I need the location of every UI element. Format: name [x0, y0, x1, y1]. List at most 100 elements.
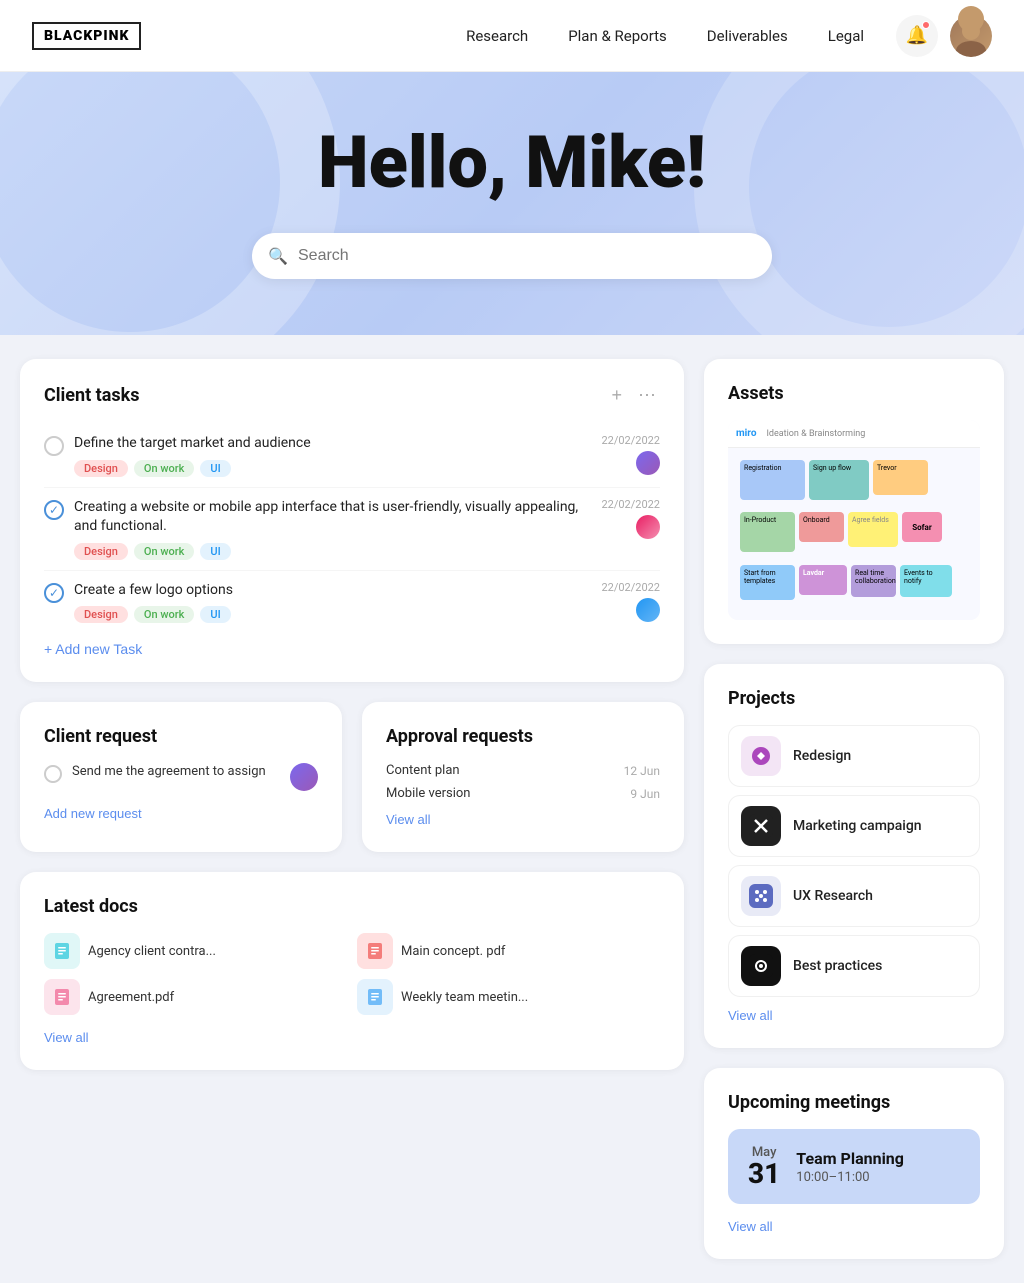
task-avatar — [636, 515, 660, 539]
list-item[interactable]: Marketing campaign — [728, 795, 980, 857]
meeting-title: Team Planning — [796, 1149, 904, 1168]
search-icon: 🔍 — [268, 247, 288, 266]
projects-title: Projects — [728, 688, 980, 709]
tasks-header: Client tasks + ⋯ — [44, 383, 660, 408]
task-date: 22/02/2022 — [601, 498, 660, 511]
approval-name: Mobile version — [386, 786, 470, 801]
list-item[interactable]: UX Research — [728, 865, 980, 927]
client-request-content: Send me the agreement to assign — [44, 763, 318, 791]
task-avatar — [636, 451, 660, 475]
project-name: Marketing campaign — [793, 818, 922, 834]
hero-greeting: Hello, Mike! — [32, 120, 992, 205]
doc-icon — [44, 933, 80, 969]
search-input[interactable] — [252, 233, 772, 279]
navbar: BLACKPINK Research Plan & Reports Delive… — [0, 0, 1024, 72]
miro-content: Registration Sign up flow Trevor In-Prod… — [728, 448, 980, 620]
assets-image[interactable]: miro Ideation & Brainstorming Registrati… — [728, 420, 980, 620]
nav-deliverables[interactable]: Deliverables — [707, 27, 788, 45]
assets-card: Assets miro Ideation & Brainstorming Reg… — [704, 359, 1004, 644]
tag-design: Design — [74, 460, 128, 477]
list-item: Weekly team meetin... — [357, 979, 660, 1015]
doc-icon — [357, 979, 393, 1015]
task-tags: Design On work UI — [74, 460, 591, 477]
task-avatar — [636, 598, 660, 622]
nav-legal[interactable]: Legal — [828, 27, 864, 45]
client-request-checkbox[interactable] — [44, 765, 62, 783]
task-meta: 22/02/2022 — [601, 581, 660, 622]
avatar — [950, 15, 992, 57]
nav-research[interactable]: Research — [466, 27, 528, 45]
task-checkbox[interactable] — [44, 436, 64, 456]
notification-dot — [922, 21, 930, 29]
table-row: ✓ Create a few logo options Design On wo… — [44, 571, 660, 634]
doc-name: Agency client contra... — [88, 944, 216, 959]
project-icon-best-practices — [741, 946, 781, 986]
doc-icon — [44, 979, 80, 1015]
projects-card: Projects Redesign Marketing campaign UX … — [704, 664, 1004, 1048]
task-tags: Design On work UI — [74, 543, 591, 560]
search-container: 🔍 — [252, 233, 772, 279]
notification-button[interactable]: 🔔 — [896, 15, 938, 57]
doc-name: Main concept. pdf — [401, 944, 505, 959]
miro-board: miro Ideation & Brainstorming Registrati… — [728, 420, 980, 620]
client-request-card: Client request Send me the agreement to … — [20, 702, 342, 852]
tag-ui: UI — [200, 543, 230, 560]
docs-view-all-button[interactable]: View all — [44, 1030, 89, 1045]
projects-view-all-button[interactable]: View all — [728, 1008, 773, 1023]
nav-right: 🔔 — [896, 15, 992, 57]
meetings-view-all-button[interactable]: View all — [728, 1219, 773, 1234]
assets-title: Assets — [728, 383, 980, 404]
approval-date: 9 Jun — [630, 787, 660, 801]
project-name: UX Research — [793, 888, 873, 904]
tag-design: Design — [74, 606, 128, 623]
client-request-text: Send me the agreement to assign — [72, 763, 280, 781]
task-meta: 22/02/2022 — [601, 498, 660, 539]
client-tasks-card: Client tasks + ⋯ Define the target marke… — [20, 359, 684, 682]
nav-links: Research Plan & Reports Deliverables Leg… — [466, 26, 864, 45]
logo[interactable]: BLACKPINK — [32, 22, 141, 50]
tag-ui: UI — [200, 606, 230, 623]
task-checkbox-done[interactable]: ✓ — [44, 500, 64, 520]
task-body: Define the target market and audience De… — [74, 434, 591, 477]
task-text: Define the target market and audience — [74, 434, 591, 454]
task-checkbox-done[interactable]: ✓ — [44, 583, 64, 603]
task-text: Creating a website or mobile app interfa… — [74, 498, 591, 537]
nav-plan-reports[interactable]: Plan & Reports — [568, 27, 667, 45]
right-column: Assets miro Ideation & Brainstorming Reg… — [704, 359, 1004, 1259]
approval-view-all-button[interactable]: View all — [386, 812, 431, 827]
tasks-more-button[interactable]: ⋯ — [634, 383, 660, 408]
tag-onwork: On work — [134, 460, 194, 477]
meeting-time: 10:00–11:00 — [796, 1170, 904, 1185]
tag-onwork: On work — [134, 543, 194, 560]
approval-requests-title: Approval requests — [386, 726, 660, 747]
latest-docs-title: Latest docs — [44, 896, 660, 917]
task-body: Creating a website or mobile app interfa… — [74, 498, 591, 560]
doc-icon — [357, 933, 393, 969]
list-item[interactable]: Redesign — [728, 725, 980, 787]
task-body: Create a few logo options Design On work… — [74, 581, 591, 624]
project-icon-marketing — [741, 806, 781, 846]
task-meta: 22/02/2022 — [601, 434, 660, 475]
user-avatar-button[interactable] — [950, 15, 992, 57]
main-content: Client tasks + ⋯ Define the target marke… — [0, 335, 1024, 1283]
meeting-date: May 31 — [748, 1145, 780, 1188]
meeting-item: May 31 Team Planning 10:00–11:00 — [728, 1129, 980, 1204]
list-item: Agency client contra... — [44, 933, 347, 969]
list-item[interactable]: Best practices — [728, 935, 980, 997]
table-row: Define the target market and audience De… — [44, 424, 660, 488]
project-icon-redesign — [741, 736, 781, 776]
add-task-button[interactable]: + Add new Task — [44, 641, 142, 657]
task-date: 22/02/2022 — [601, 581, 660, 594]
add-task-icon-button[interactable]: + — [607, 383, 626, 408]
task-tags: Design On work UI — [74, 606, 591, 623]
upcoming-meetings-card: Upcoming meetings May 31 Team Planning 1… — [704, 1068, 1004, 1259]
client-request-avatar — [290, 763, 318, 791]
left-column: Client tasks + ⋯ Define the target marke… — [20, 359, 684, 1259]
add-request-button[interactable]: Add new request — [44, 806, 142, 821]
miro-toolbar: miro Ideation & Brainstorming — [728, 420, 980, 448]
table-row: ✓ Creating a website or mobile app inter… — [44, 488, 660, 571]
approval-date: 12 Jun — [624, 764, 660, 778]
doc-name: Weekly team meetin... — [401, 990, 528, 1005]
list-item: Agreement.pdf — [44, 979, 347, 1015]
tag-design: Design — [74, 543, 128, 560]
